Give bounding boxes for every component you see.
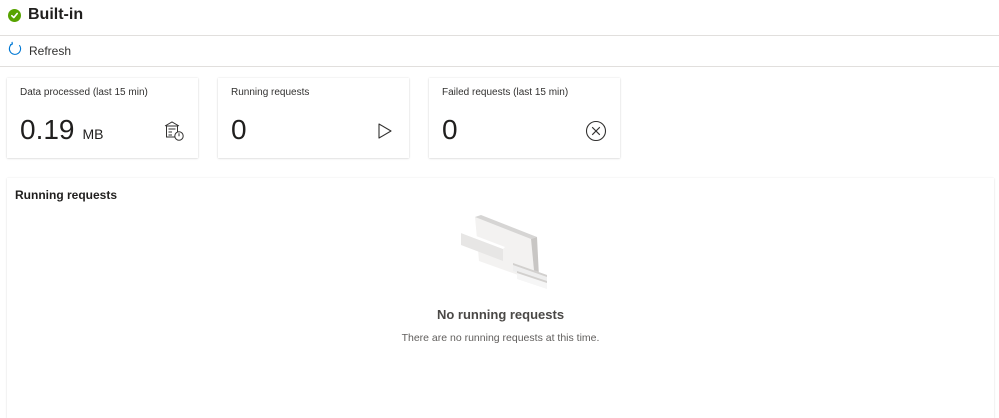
- refresh-label: Refresh: [29, 44, 72, 58]
- card-value-number: 0: [231, 114, 247, 145]
- card-value: 0.19 MB: [20, 114, 104, 146]
- refresh-button[interactable]: Refresh: [7, 41, 71, 61]
- data-storage-icon: [163, 120, 185, 147]
- dismiss-circle-icon: [585, 120, 607, 147]
- empty-state-title: No running requests: [436, 307, 565, 322]
- refresh-icon: [7, 41, 23, 62]
- card-value-number: 0: [442, 114, 458, 145]
- empty-state-description: There are no running requests at this ti…: [401, 332, 600, 344]
- page-title: Built-in: [28, 6, 84, 23]
- page-header: Built-in: [0, 0, 999, 36]
- card-value: 0: [442, 114, 458, 146]
- running-requests-card: Running requests 0: [218, 78, 409, 158]
- check-circle-icon: [8, 9, 21, 22]
- card-value: 0: [231, 114, 247, 146]
- card-label: Data processed (last 15 min): [20, 87, 148, 98]
- card-value-unit: MB: [82, 126, 104, 142]
- card-label: Failed requests (last 15 min): [442, 87, 569, 98]
- card-value-number: 0.19: [20, 114, 75, 145]
- empty-cards-illustration: [459, 211, 551, 296]
- card-label: Running requests: [231, 87, 310, 98]
- play-icon: [376, 122, 394, 145]
- failed-requests-card: Failed requests (last 15 min) 0: [429, 78, 620, 158]
- toolbar: Refresh: [0, 36, 999, 67]
- panel-title: Running requests: [15, 188, 118, 202]
- data-processed-card: Data processed (last 15 min) 0.19 MB: [7, 78, 198, 158]
- running-requests-panel: Running requests No running requests The…: [7, 178, 994, 418]
